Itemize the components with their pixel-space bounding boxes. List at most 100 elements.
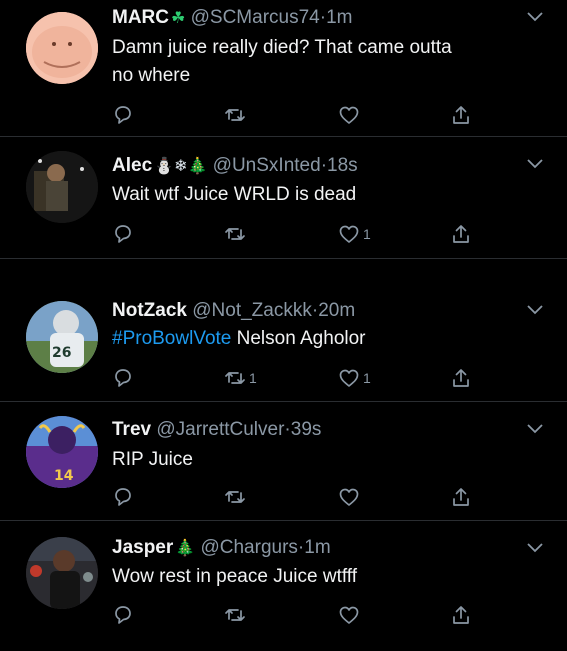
tweet-text: Damn juice really died? That came outta …	[112, 34, 452, 90]
display-name[interactable]: Trev	[112, 419, 151, 440]
share-icon	[453, 488, 469, 506]
reply-button[interactable]	[112, 367, 137, 389]
reply-icon	[115, 488, 131, 506]
chevron-down-icon[interactable]	[527, 305, 543, 315]
share-icon	[453, 606, 469, 624]
reply-button[interactable]	[112, 604, 137, 626]
tweet-header: MARC ☘ @SCMarcus74·1m	[112, 7, 352, 30]
like-count: 1	[363, 226, 371, 242]
name-emoji: 🎄	[175, 540, 196, 557]
name-emoji: ☘	[171, 10, 186, 27]
reply-button[interactable]	[112, 223, 137, 245]
chevron-down-icon[interactable]	[527, 543, 543, 553]
reply-icon	[115, 369, 131, 387]
avatar[interactable]	[26, 537, 98, 609]
tweet-actions: 1 1	[112, 367, 482, 389]
share-icon	[453, 369, 469, 387]
like-icon	[339, 225, 359, 243]
retweet-count: 1	[249, 370, 257, 386]
share-button[interactable]	[450, 104, 472, 126]
retweet-button[interactable]	[224, 104, 249, 126]
avatar[interactable]: 26	[26, 301, 98, 373]
share-button[interactable]	[450, 604, 472, 626]
avatar[interactable]: 14	[26, 416, 98, 488]
tweet-alec[interactable]: Alec ⛄❄🎄 @UnSxInted·18s Wait wtf Juice WR…	[0, 137, 567, 259]
like-count: 1	[363, 370, 371, 386]
reply-icon	[115, 606, 131, 624]
tweet-text: Wait wtf Juice WRLD is dead	[112, 181, 356, 209]
share-icon	[453, 225, 469, 243]
timestamp[interactable]: 1m	[326, 7, 352, 28]
retweet-icon	[225, 228, 245, 240]
reply-icon	[115, 225, 131, 243]
retweet-icon	[225, 109, 245, 121]
tweet-text-line: Nelson Agholor	[231, 328, 366, 349]
avatar[interactable]	[26, 151, 98, 223]
display-name[interactable]: MARC	[112, 7, 169, 28]
timestamp[interactable]: 39s	[291, 419, 322, 440]
tweet-notzack[interactable]: 26 NotZack @Not_Zackkk·20m #ProBowlVote …	[0, 259, 567, 402]
retweet-button[interactable]	[224, 223, 249, 245]
timestamp[interactable]: 20m	[318, 300, 355, 321]
tweet-text: Wow rest in peace Juice wtfff	[112, 563, 357, 591]
retweet-button[interactable]	[224, 486, 249, 508]
tweet-trev[interactable]: 14 Trev @JarrettCulver·39s RIP Juice	[0, 402, 567, 521]
tweet-text-line: no where	[112, 65, 191, 86]
share-button[interactable]	[450, 486, 472, 508]
user-handle[interactable]: @SCMarcus74	[191, 7, 320, 28]
chevron-down-icon[interactable]	[527, 12, 543, 22]
tweet-header: Alec ⛄❄🎄 @UnSxInted·18s	[112, 155, 358, 178]
name-emoji: ⛄❄🎄	[154, 158, 208, 175]
display-name[interactable]: Alec	[112, 155, 152, 176]
display-name[interactable]: NotZack	[112, 300, 187, 321]
like-button[interactable]	[338, 104, 363, 126]
chevron-down-icon[interactable]	[527, 424, 543, 434]
like-button[interactable]	[338, 486, 363, 508]
tweet-header: Trev @JarrettCulver·39s	[112, 419, 321, 441]
tweet-actions	[112, 104, 482, 126]
hashtag-link[interactable]: #ProBowlVote	[112, 328, 231, 349]
svg-text:14: 14	[54, 468, 74, 484]
user-handle[interactable]: @Chargurs	[200, 537, 297, 558]
tweet-actions: 1	[112, 223, 482, 245]
tweet-text: #ProBowlVote Nelson Agholor	[112, 325, 366, 353]
share-button[interactable]	[450, 367, 472, 389]
user-handle[interactable]: @UnSxInted	[213, 155, 321, 176]
tweet-text-line: Wow rest in peace Juice wtfff	[112, 566, 358, 587]
timestamp[interactable]: 18s	[327, 155, 358, 176]
like-icon	[339, 369, 359, 387]
reply-button[interactable]	[112, 104, 137, 126]
like-icon	[339, 106, 359, 124]
retweet-icon	[225, 609, 245, 621]
tweet-text-line: Damn juice really died? That came outta	[112, 37, 452, 58]
tweet-marc[interactable]: MARC ☘ @SCMarcus74·1m Damn juice really d…	[0, 0, 567, 137]
reply-button[interactable]	[112, 486, 137, 508]
user-handle[interactable]: @JarrettCulver	[156, 419, 284, 440]
tweet-header: NotZack @Not_Zackkk·20m	[112, 300, 355, 322]
tweet-actions	[112, 604, 482, 626]
retweet-icon	[225, 491, 245, 503]
tweet-jasper[interactable]: Jasper 🎄 @Chargurs·1m Wow rest in peace J…	[0, 521, 567, 651]
display-name[interactable]: Jasper	[112, 537, 173, 558]
like-icon	[339, 488, 359, 506]
retweet-button[interactable]	[224, 604, 249, 626]
tweet-header: Jasper 🎄 @Chargurs·1m	[112, 537, 331, 560]
avatar[interactable]	[26, 12, 98, 84]
user-handle[interactable]: @Not_Zackkk	[192, 300, 312, 321]
reply-icon	[115, 106, 131, 124]
like-button[interactable]: 1	[338, 367, 371, 389]
chevron-down-icon[interactable]	[527, 159, 543, 169]
timestamp[interactable]: 1m	[304, 537, 330, 558]
share-icon	[453, 106, 469, 124]
like-button[interactable]: 1	[338, 223, 371, 245]
share-button[interactable]	[450, 223, 472, 245]
tweet-text: RIP Juice	[112, 446, 193, 474]
tweet-text-line: Wait wtf Juice WRLD is dead	[112, 184, 357, 205]
like-icon	[339, 606, 359, 624]
tweet-actions	[112, 486, 482, 508]
retweet-button[interactable]: 1	[224, 367, 257, 389]
tweet-text-line: RIP Juice	[112, 449, 193, 470]
like-button[interactable]	[338, 604, 363, 626]
retweet-icon	[225, 372, 245, 384]
svg-text:26: 26	[52, 345, 71, 361]
